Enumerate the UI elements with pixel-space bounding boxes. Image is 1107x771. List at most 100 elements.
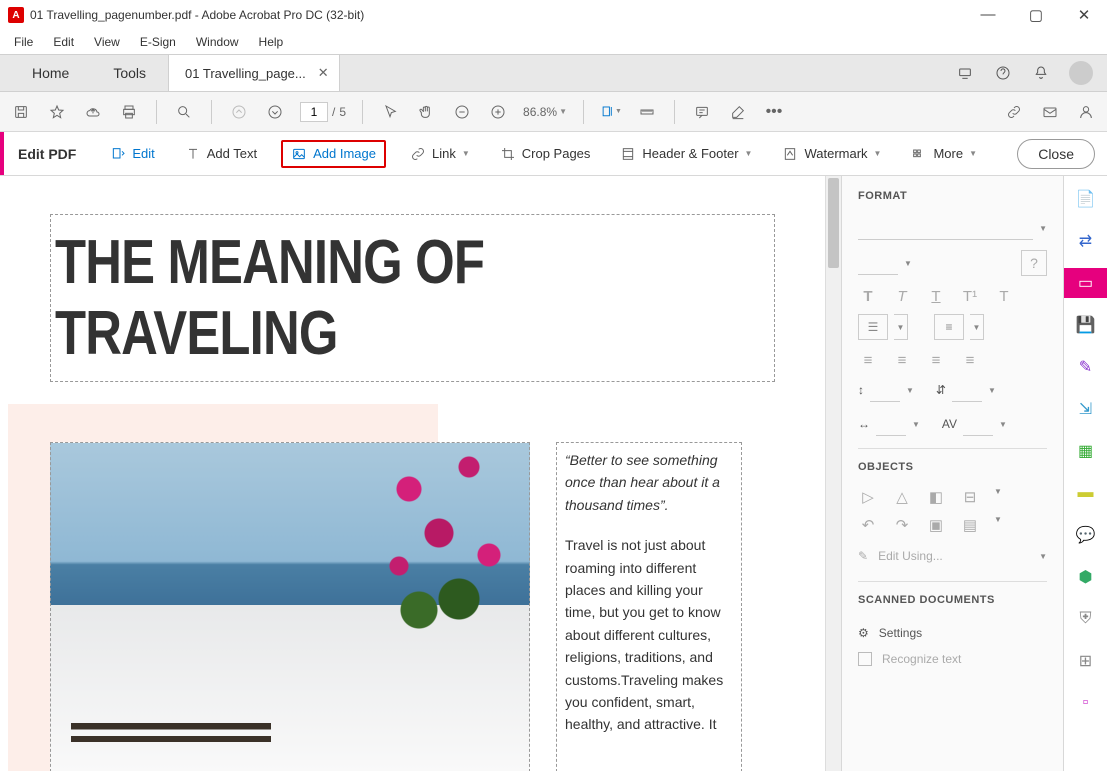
line-spacing-icon[interactable]: ↕ (858, 383, 864, 397)
more-tools-icon[interactable]: ••• (763, 101, 785, 123)
close-edit-button[interactable]: Close (1017, 139, 1095, 169)
page-indicator: / 5 (300, 102, 346, 122)
rail-export-icon[interactable]: 💾 (1071, 310, 1101, 340)
zoom-in-icon[interactable] (487, 101, 509, 123)
link-share-icon[interactable] (1003, 101, 1025, 123)
align-right-icon[interactable]: ≡ (926, 350, 946, 370)
bullet-list-icon[interactable]: ☰ (858, 314, 888, 340)
scanned-header: SCANNED DOCUMENTS (858, 594, 1047, 606)
italic-icon[interactable]: T (892, 286, 912, 306)
recognize-text-checkbox[interactable]: Recognize text (858, 646, 1047, 672)
rotate-ccw-icon[interactable]: ↶ (858, 515, 878, 535)
rail-redact-icon[interactable]: ▬ (1071, 478, 1101, 508)
rail-protect-icon[interactable]: ⬢ (1071, 562, 1101, 592)
mail-icon[interactable] (1039, 101, 1061, 123)
tab-home[interactable]: Home (10, 55, 91, 91)
app-icon: A (8, 7, 24, 23)
zoom-out-icon[interactable] (451, 101, 473, 123)
device-icon[interactable] (955, 63, 975, 83)
print-icon[interactable] (118, 101, 140, 123)
rail-comment-icon[interactable]: 💬 (1071, 520, 1101, 550)
menu-window[interactable]: Window (188, 33, 247, 51)
fit-icon[interactable]: ▼ (600, 101, 622, 123)
vertical-scrollbar[interactable] (825, 176, 841, 771)
document-text-column[interactable]: “Better to see something once than hear … (556, 442, 742, 771)
highlight-icon[interactable] (727, 101, 749, 123)
page-up-icon[interactable] (228, 101, 250, 123)
align-object-icon[interactable]: ⊟ (960, 487, 980, 507)
rail-compress-icon[interactable]: ▦ (1071, 436, 1101, 466)
rotate-cw-icon[interactable]: ↷ (892, 515, 912, 535)
document-heading-box[interactable]: THE MEANING OF TRAVELING (50, 214, 775, 382)
menu-help[interactable]: Help (251, 33, 292, 51)
flip-h-icon[interactable]: ▷ (858, 487, 878, 507)
cloud-icon[interactable] (82, 101, 104, 123)
replace-image-icon[interactable]: ▣ (926, 515, 946, 535)
document-quote: “Better to see something once than hear … (565, 449, 733, 516)
underline-icon[interactable]: T (926, 286, 946, 306)
maximize-button[interactable]: ▢ (1021, 6, 1051, 24)
edit-using-button[interactable]: ✎ Edit Using...▼ (858, 543, 1047, 569)
workspace: THE MEANING OF TRAVELING “Better to see … (0, 176, 1107, 771)
horizontal-scale-icon[interactable]: ↔ (858, 417, 870, 431)
rail-more-icon[interactable]: ▫ (1071, 688, 1101, 718)
rail-shield-icon[interactable]: ⛨ (1071, 604, 1101, 634)
profile-avatar[interactable] (1069, 61, 1093, 85)
document-heading: THE MEANING OF TRAVELING (55, 227, 641, 369)
minimize-button[interactable]: ― (973, 6, 1003, 24)
account-icon[interactable] (1075, 101, 1097, 123)
document-pane[interactable]: THE MEANING OF TRAVELING “Better to see … (0, 176, 825, 771)
more-button[interactable]: More▼ (905, 142, 983, 166)
tab-document[interactable]: 01 Travelling_page... ✕ (168, 55, 340, 91)
star-icon[interactable] (46, 101, 68, 123)
arrange-icon[interactable]: ▤ (960, 515, 980, 535)
rail-media-icon[interactable]: ⊞ (1071, 646, 1101, 676)
superscript-icon[interactable]: T¹ (960, 286, 980, 306)
add-image-button[interactable]: Add Image (281, 140, 386, 168)
header-footer-button[interactable]: Header & Footer▼ (614, 142, 758, 166)
menu-edit[interactable]: Edit (45, 33, 82, 51)
rail-sign-icon[interactable]: ✎ (1071, 352, 1101, 382)
align-left-icon[interactable]: ≡ (858, 350, 878, 370)
save-icon[interactable] (10, 101, 32, 123)
menu-file[interactable]: File (6, 33, 41, 51)
edit-button[interactable]: Edit (104, 142, 160, 166)
add-text-button[interactable]: Add Text (179, 142, 263, 166)
menu-esign[interactable]: E-Sign (132, 33, 184, 51)
page-down-icon[interactable] (264, 101, 286, 123)
flip-v-icon[interactable]: △ (892, 487, 912, 507)
document-image[interactable] (50, 442, 530, 771)
char-spacing-icon[interactable]: AV (942, 417, 957, 431)
help-box[interactable]: ? (1021, 250, 1047, 276)
help-icon[interactable] (993, 63, 1013, 83)
rail-organize-icon[interactable]: ⇲ (1071, 394, 1101, 424)
font-family-select[interactable] (858, 216, 1033, 240)
bell-icon[interactable] (1031, 63, 1051, 83)
number-list-icon[interactable]: ≡ (934, 314, 964, 340)
ruler-icon[interactable] (636, 101, 658, 123)
align-center-icon[interactable]: ≡ (892, 350, 912, 370)
zoom-level[interactable]: 86.8% ▼ (523, 105, 567, 119)
text-color-icon[interactable]: T (994, 286, 1014, 306)
rail-edit-icon[interactable]: ▭ (1064, 268, 1107, 298)
close-window-button[interactable]: ✕ (1069, 6, 1099, 24)
comment-icon[interactable] (691, 101, 713, 123)
watermark-button[interactable]: Watermark▼ (776, 142, 887, 166)
pointer-icon[interactable] (379, 101, 401, 123)
menu-view[interactable]: View (86, 33, 128, 51)
font-size-select[interactable] (858, 251, 898, 275)
page-number-input[interactable] (300, 102, 328, 122)
search-icon[interactable] (173, 101, 195, 123)
link-button[interactable]: Link▼ (404, 142, 476, 166)
settings-button[interactable]: ⚙ Settings (858, 620, 1047, 646)
tab-tools[interactable]: Tools (91, 55, 168, 91)
paragraph-spacing-icon[interactable]: ⇵ (936, 383, 946, 397)
crop-button[interactable]: Crop Pages (494, 142, 597, 166)
bold-icon[interactable]: T (858, 286, 878, 306)
align-justify-icon[interactable]: ≡ (960, 350, 980, 370)
tab-close-icon[interactable]: ✕ (318, 65, 329, 81)
rail-create-icon[interactable]: 📄 (1071, 184, 1101, 214)
hand-icon[interactable] (415, 101, 437, 123)
crop-object-icon[interactable]: ◧ (926, 487, 946, 507)
rail-combine-icon[interactable]: ⇄ (1071, 226, 1101, 256)
